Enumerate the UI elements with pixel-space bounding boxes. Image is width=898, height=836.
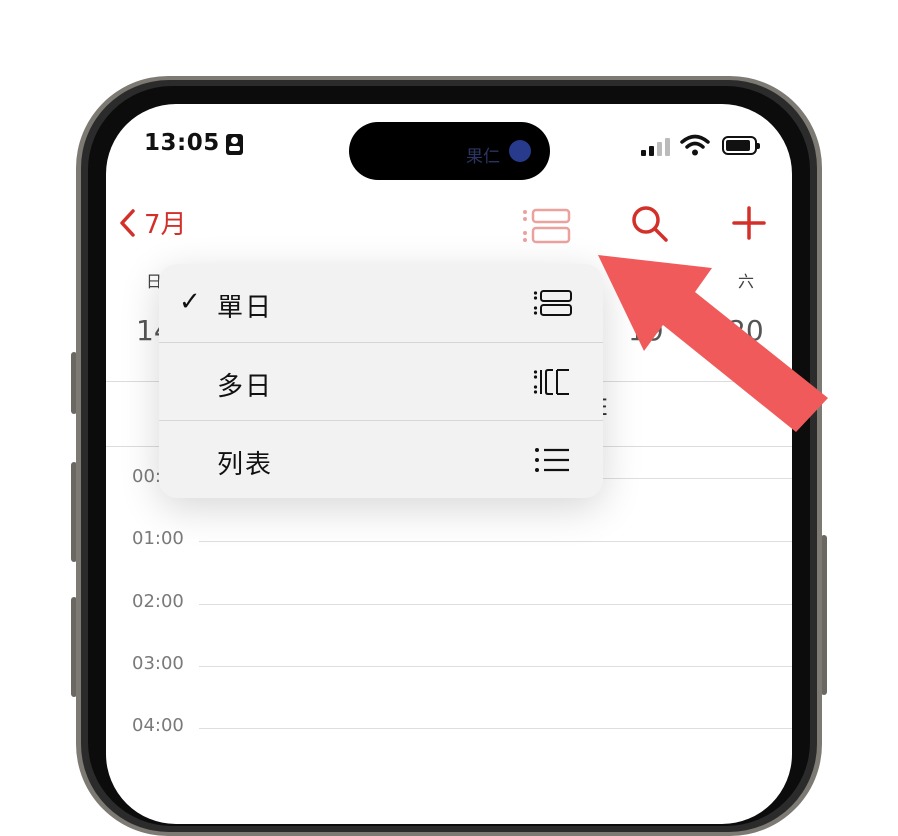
- hour-line: [199, 604, 792, 605]
- island-avatar-icon: [509, 140, 531, 162]
- view-mode-icon[interactable]: [522, 208, 572, 244]
- chevron-left-icon: [120, 208, 135, 237]
- multi-day-icon: [533, 369, 569, 395]
- cellular-signal-icon: [641, 138, 671, 156]
- list-icon: [535, 448, 569, 472]
- menu-item-label: 單日: [217, 293, 274, 323]
- menu-item-label: 多日: [217, 372, 274, 402]
- weekday-saturday: 六: [738, 272, 755, 291]
- menu-item-list[interactable]: 列表: [159, 421, 603, 499]
- add-event-icon[interactable]: [732, 206, 766, 240]
- hour-label: 01:00: [132, 528, 184, 549]
- hour-label: 04:00: [132, 715, 184, 736]
- hour-line: [199, 666, 792, 667]
- back-to-month-button[interactable]: 7月: [118, 204, 187, 241]
- checkmark-icon: ✓: [179, 287, 201, 317]
- wifi-icon: [680, 134, 710, 156]
- menu-item-single-day[interactable]: ✓ 單日: [159, 264, 603, 342]
- day-number-19[interactable]: 19: [628, 314, 664, 347]
- menu-item-label: 列表: [217, 450, 274, 480]
- single-day-icon: [533, 290, 572, 316]
- status-time: 13:05: [144, 130, 220, 156]
- search-icon[interactable]: [630, 204, 670, 244]
- hour-label: 02:00: [132, 591, 184, 612]
- hour-line: [199, 541, 792, 542]
- hour-line: [199, 728, 792, 729]
- battery-icon: [722, 136, 760, 155]
- island-text: 果仁: [466, 147, 500, 167]
- back-label: 7月: [144, 210, 187, 240]
- menu-item-multi-day[interactable]: 多日: [159, 343, 603, 421]
- hour-label: 03:00: [132, 653, 184, 674]
- contact-card-icon: [226, 134, 243, 155]
- view-mode-menu: ✓ 單日 多日 列表: [159, 264, 603, 498]
- day-number-20[interactable]: 20: [728, 314, 764, 347]
